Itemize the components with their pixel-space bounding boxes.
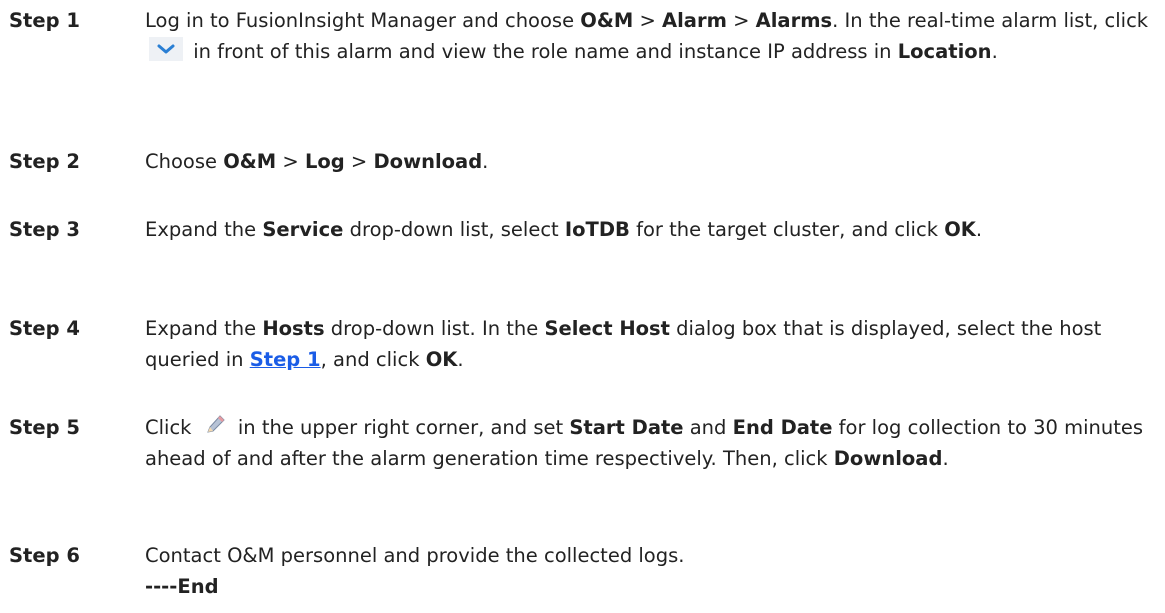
pencil-icon bbox=[204, 413, 226, 437]
step-text: Click in the upper right corner, and set… bbox=[145, 412, 1155, 474]
button-ok: OK bbox=[425, 348, 458, 371]
step-label: Step 4 bbox=[9, 317, 80, 340]
end-marker: ----End bbox=[145, 575, 219, 598]
step-text: Log in to FusionInsight Manager and choo… bbox=[145, 5, 1155, 67]
menu-om: O&M bbox=[223, 150, 277, 173]
field-hosts: Hosts bbox=[262, 317, 325, 340]
step-text: Contact O&M personnel and provide the co… bbox=[145, 540, 1155, 571]
value-iotdb: IoTDB bbox=[564, 218, 630, 241]
text-run: Log in to FusionInsight Manager and choo… bbox=[145, 9, 581, 32]
text-run: , and click bbox=[320, 348, 426, 371]
dialog-select-host: Select Host bbox=[544, 317, 670, 340]
text-run: drop-down list. In the bbox=[324, 317, 545, 340]
step-5: Step 5 Click in the upper right corner, … bbox=[9, 412, 1155, 474]
field-location: Location bbox=[897, 40, 992, 63]
step-1-link[interactable]: Step 1 bbox=[250, 348, 321, 371]
menu-alarms: Alarms bbox=[755, 9, 833, 32]
text-run: . bbox=[942, 447, 949, 470]
step-4: Step 4 Expand the Hosts drop-down list. … bbox=[9, 313, 1155, 375]
text-run: > bbox=[726, 9, 756, 32]
text-run: Click bbox=[145, 416, 198, 439]
text-run: . bbox=[482, 150, 489, 173]
text-run: . In the real-time alarm list, click bbox=[832, 9, 1149, 32]
field-start-date: Start Date bbox=[569, 416, 684, 439]
text-run: > bbox=[276, 150, 305, 173]
menu-download: Download bbox=[373, 150, 483, 173]
text-run: Choose bbox=[145, 150, 224, 173]
step-6: Step 6 Contact O&M personnel and provide… bbox=[9, 540, 1155, 571]
text-run: in front of this alarm and view the role… bbox=[187, 40, 898, 63]
chevron-down-icon bbox=[149, 36, 183, 61]
text-run: . bbox=[975, 218, 983, 241]
menu-om: O&M bbox=[580, 9, 634, 32]
step-label: Step 1 bbox=[9, 9, 80, 32]
step-2: Step 2 Choose O&M > Log > Download. bbox=[9, 146, 1155, 177]
step-label: Step 2 bbox=[9, 150, 80, 173]
step-text: Choose O&M > Log > Download. bbox=[145, 146, 1155, 177]
step-label: Step 5 bbox=[9, 416, 80, 439]
text-run: and bbox=[683, 416, 733, 439]
procedure-page: Step 1 Log in to FusionInsight Manager a… bbox=[0, 0, 1165, 613]
field-service: Service bbox=[262, 218, 344, 241]
step-text: Expand the Service drop-down list, selec… bbox=[145, 214, 1155, 245]
menu-log: Log bbox=[304, 150, 345, 173]
field-end-date: End Date bbox=[732, 416, 833, 439]
text-run: for the target cluster, and click bbox=[629, 218, 945, 241]
text-run: . bbox=[457, 348, 464, 371]
step-1: Step 1 Log in to FusionInsight Manager a… bbox=[9, 5, 1155, 67]
text-run: in the upper right corner, and set bbox=[231, 416, 570, 439]
text-run: drop-down list, select bbox=[343, 218, 565, 241]
text-run: Expand the bbox=[145, 317, 263, 340]
button-ok: OK bbox=[944, 218, 976, 241]
text-run: Contact O&M personnel and provide the co… bbox=[145, 544, 685, 567]
step-text: Expand the Hosts drop-down list. In the … bbox=[145, 313, 1155, 375]
step-label: Step 3 bbox=[9, 218, 80, 241]
text-run: . bbox=[991, 40, 998, 63]
menu-alarm: Alarm bbox=[662, 9, 727, 32]
text-run: > bbox=[633, 9, 663, 32]
text-run: > bbox=[344, 150, 374, 173]
step-label: Step 6 bbox=[9, 544, 80, 567]
step-3: Step 3 Expand the Service drop-down list… bbox=[9, 214, 1155, 245]
button-download: Download bbox=[833, 447, 943, 470]
text-run: Expand the bbox=[145, 218, 263, 241]
